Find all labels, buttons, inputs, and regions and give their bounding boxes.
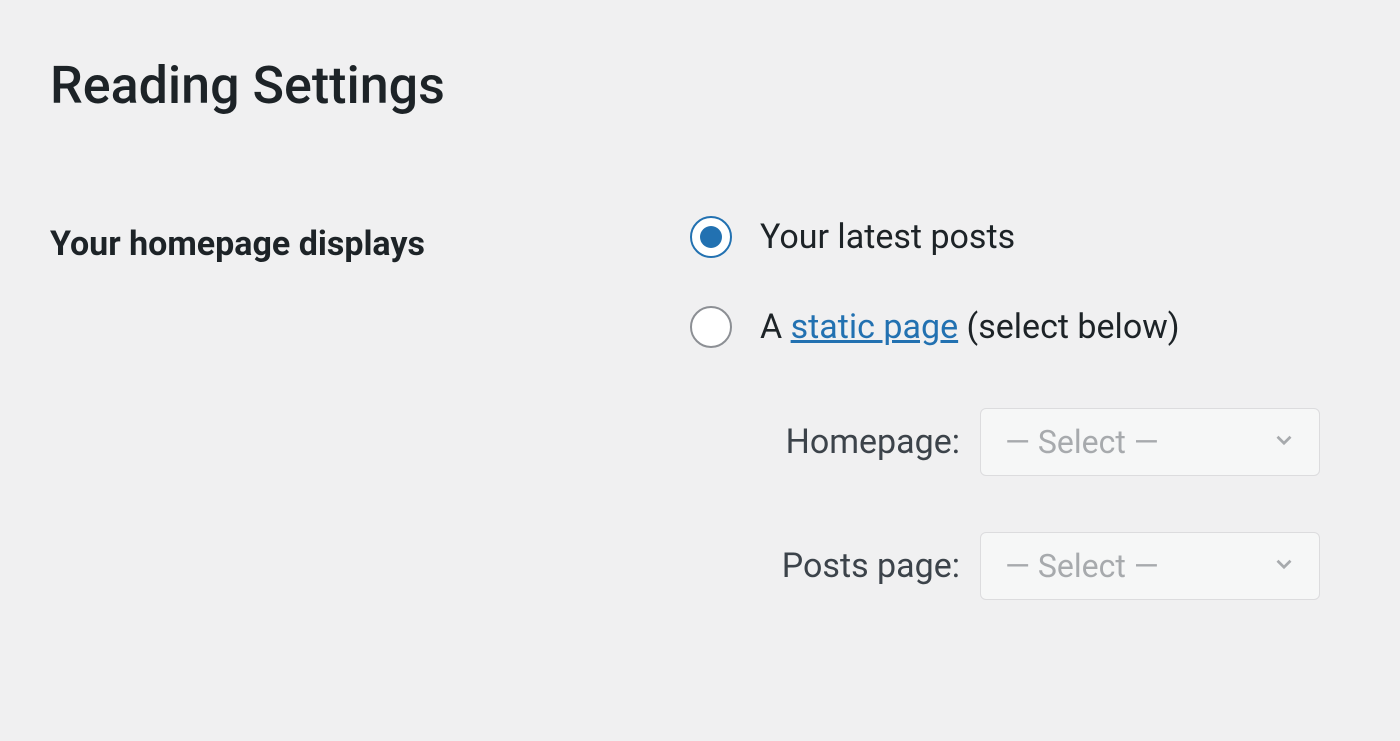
homepage-select[interactable]: — Select — (980, 408, 1320, 476)
homepage-select-value: — Select — (1005, 423, 1159, 461)
chevron-down-icon (1271, 423, 1297, 461)
radio-label-static-page: A static page (select below) (760, 307, 1180, 347)
radio-static-page[interactable] (690, 306, 732, 348)
radio-label-latest-posts: Your latest posts (760, 217, 1015, 257)
static-page-link[interactable]: static page (791, 307, 959, 347)
homepage-displays-row: Your homepage displays Your latest posts… (50, 216, 1350, 656)
static-page-selects: Homepage: — Select — Posts page: — Selec… (690, 408, 1350, 600)
static-page-suffix: (select below) (958, 307, 1179, 347)
posts-page-select-label: Posts page: (740, 546, 960, 586)
posts-page-select-row: Posts page: — Select — (740, 532, 1350, 600)
radio-latest-posts[interactable] (690, 216, 732, 258)
chevron-down-icon (1271, 547, 1297, 585)
radio-option-latest-posts[interactable]: Your latest posts (690, 216, 1350, 258)
homepage-select-label: Homepage: (740, 422, 960, 462)
posts-page-select-value: — Select — (1005, 547, 1159, 585)
page-title: Reading Settings (50, 55, 1350, 116)
posts-page-select[interactable]: — Select — (980, 532, 1320, 600)
homepage-displays-label: Your homepage displays (50, 216, 690, 264)
homepage-select-row: Homepage: — Select — (740, 408, 1350, 476)
static-page-prefix: A (760, 307, 791, 347)
homepage-displays-content: Your latest posts A static page (select … (690, 216, 1350, 656)
radio-option-static-page[interactable]: A static page (select below) (690, 306, 1350, 348)
